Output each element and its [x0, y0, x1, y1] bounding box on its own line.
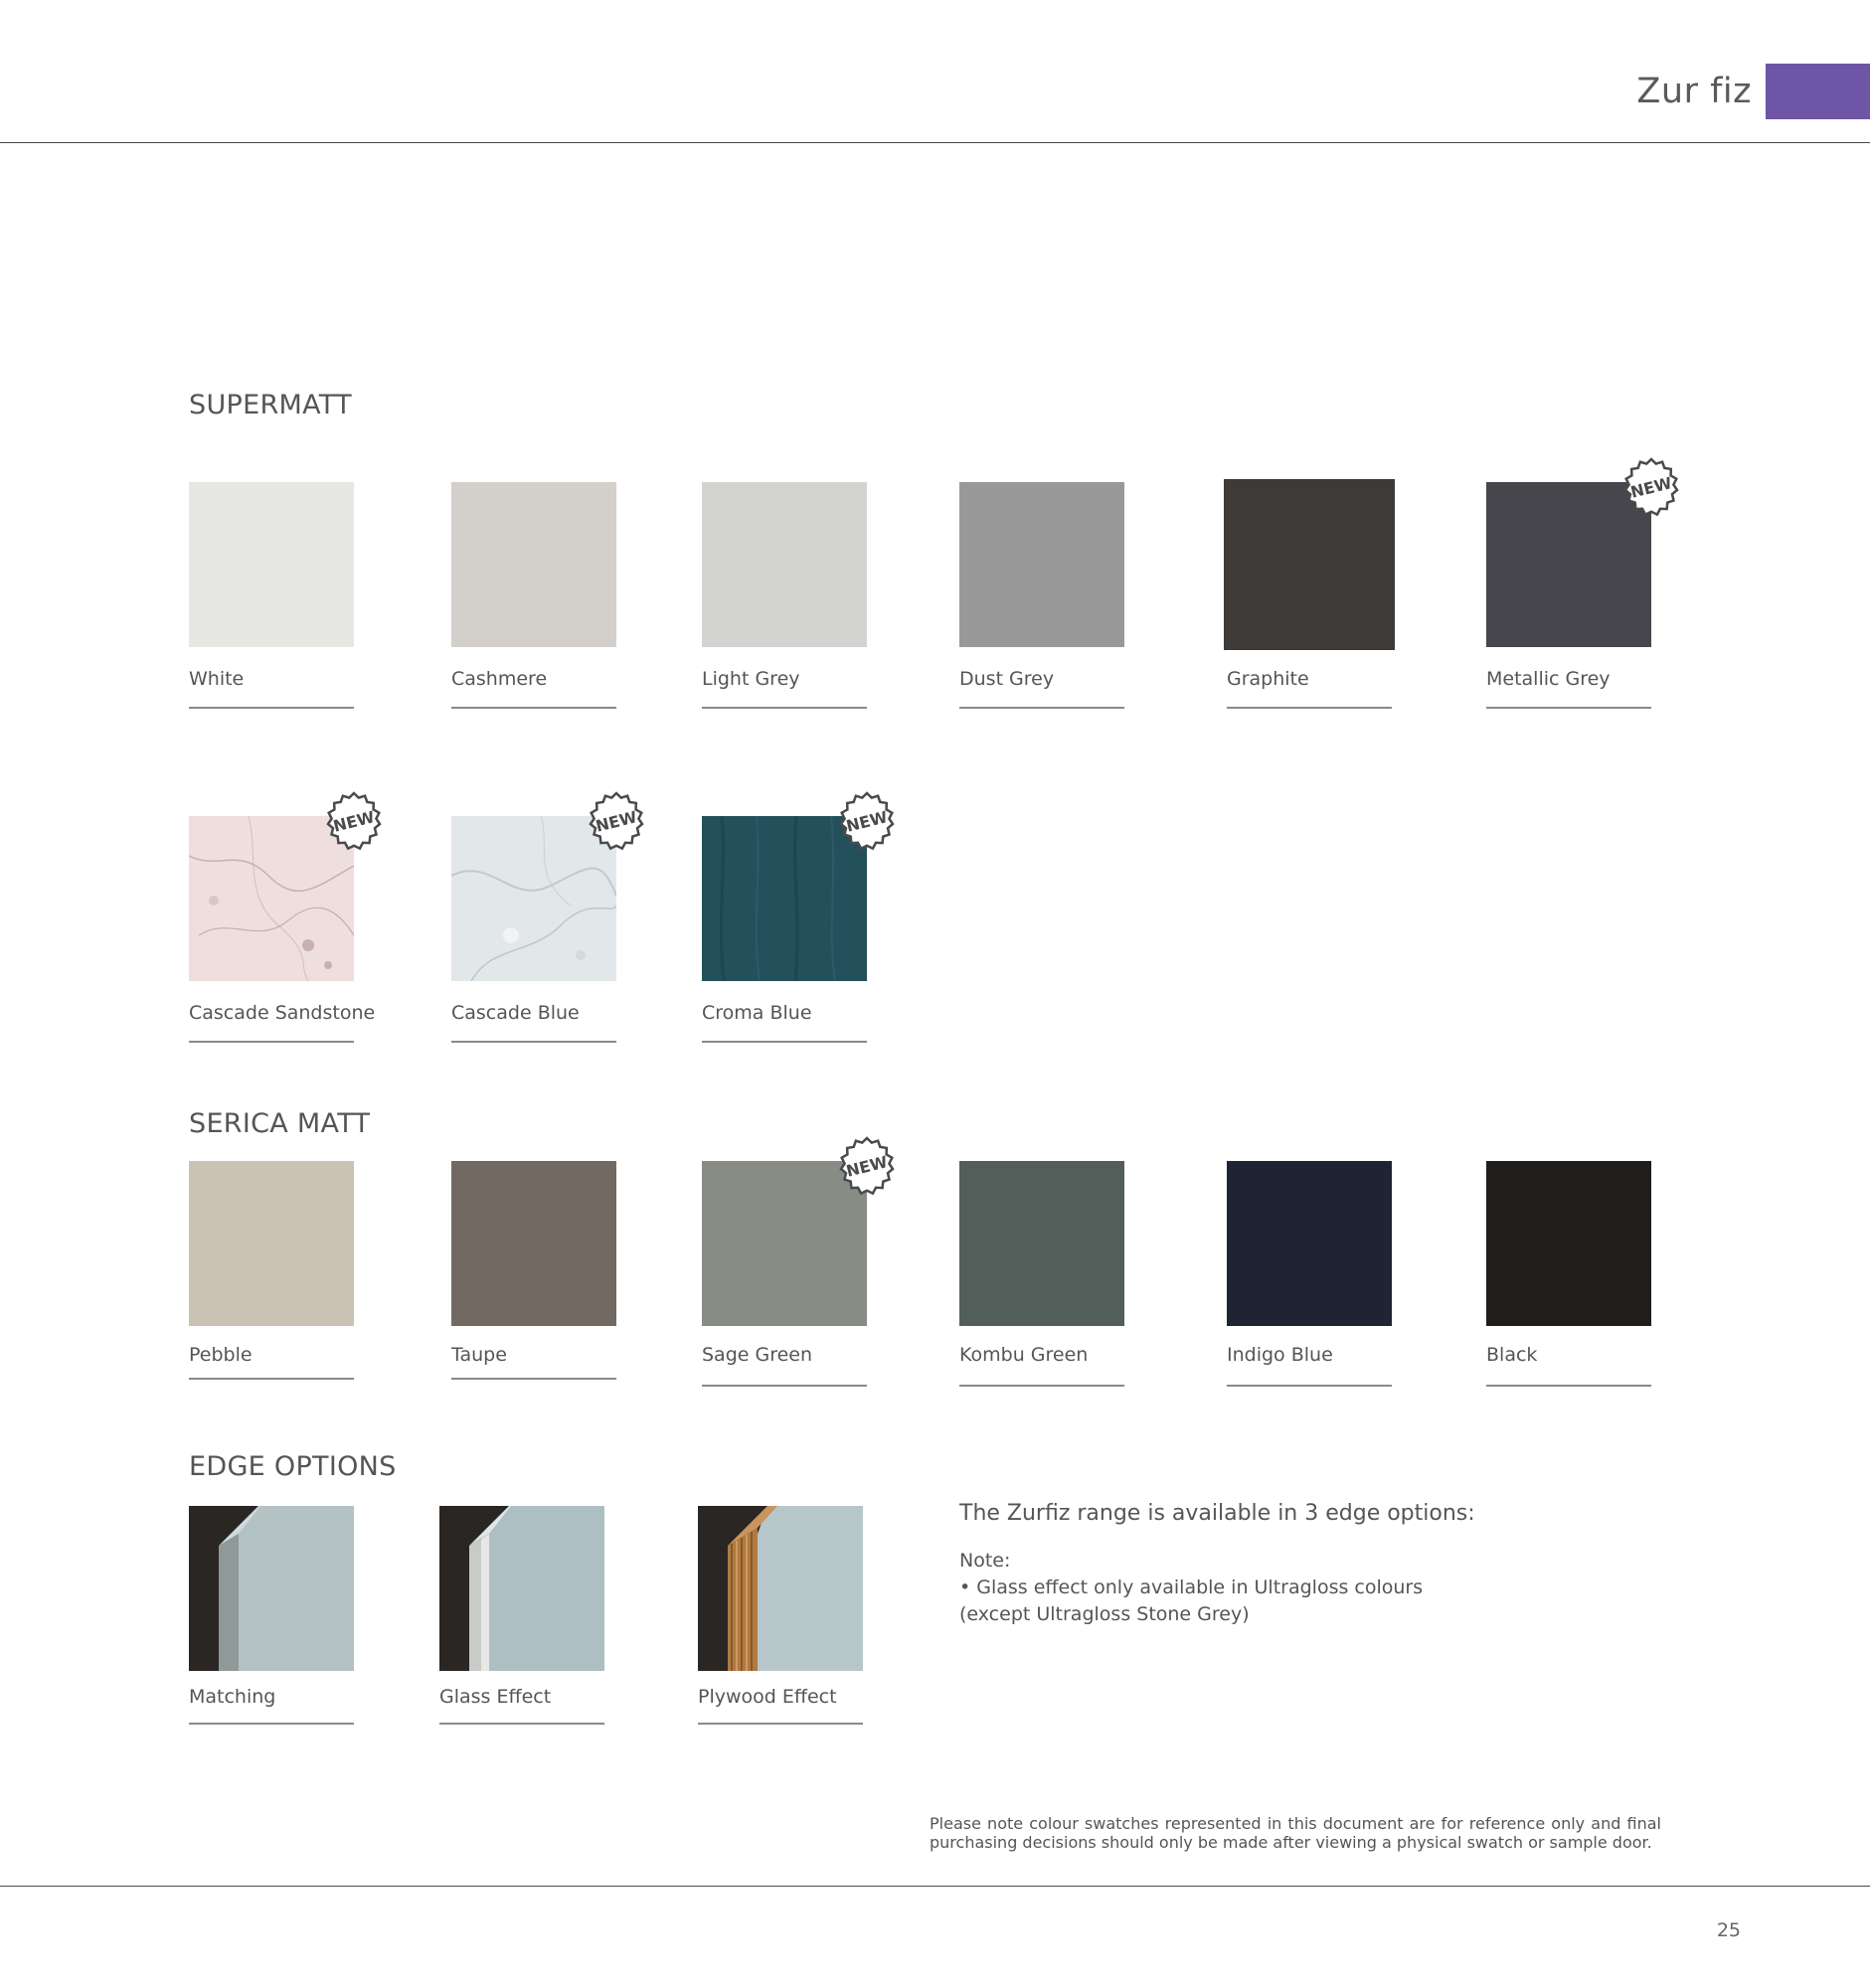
edge-info-note-line1: • Glass effect only available in Ultragl… [959, 1576, 1424, 1598]
edge-glass-effect-image [439, 1506, 604, 1671]
new-badge-icon: NEW [326, 791, 382, 851]
section-title-serica-matt: SERICA MATT [189, 1108, 371, 1139]
new-badge-icon: NEW [839, 791, 895, 851]
swatch-dust-grey [959, 482, 1124, 647]
swatch-underline [1227, 707, 1392, 709]
swatch-label: Plywood Effect [698, 1686, 837, 1708]
edge-render [189, 1506, 354, 1671]
swatch-underline [1486, 1385, 1651, 1387]
swatch-indigo-blue [1227, 1161, 1392, 1326]
edge-plywood-effect-image [698, 1506, 863, 1671]
swatch-label: Light Grey [702, 668, 800, 690]
swatch-label: Matching [189, 1686, 276, 1708]
swatch-underline [189, 1041, 354, 1043]
brand-accent-bar [1766, 64, 1870, 119]
swatch-label: Graphite [1227, 668, 1309, 690]
swatch-label: Taupe [451, 1344, 507, 1366]
edge-render [439, 1506, 604, 1671]
swatch-taupe [451, 1161, 616, 1326]
swatch-graphite [1224, 479, 1395, 650]
swatch-label: Cashmere [451, 668, 548, 690]
swatch-label: Kombu Green [959, 1344, 1089, 1366]
swatch-underline [189, 1723, 354, 1725]
page-number: 25 [1716, 1919, 1741, 1941]
swatch-underline [1486, 707, 1651, 709]
disclaimer: Please note colour swatches represented … [930, 1814, 1661, 1852]
swatch-black [1486, 1161, 1651, 1326]
swatch-underline [702, 1041, 867, 1043]
swatch-label: Croma Blue [702, 1002, 812, 1024]
swatch-underline [439, 1723, 604, 1725]
footer-rule [0, 1886, 1870, 1887]
edge-info-note-title: Note: [959, 1550, 1011, 1572]
new-badge-icon: NEW [589, 791, 644, 851]
swatch-pebble [189, 1161, 354, 1326]
swatch-underline [451, 1041, 616, 1043]
edge-info-note-line2: (except Ultragloss Stone Grey) [959, 1603, 1250, 1625]
swatch-underline [959, 707, 1124, 709]
swatch-label: Black [1486, 1344, 1538, 1366]
swatch-label: Cascade Blue [451, 1002, 580, 1024]
swatch-kombu-green [959, 1161, 1124, 1326]
swatch-underline [702, 707, 867, 709]
swatch-label: Dust Grey [959, 668, 1055, 690]
swatch-underline [698, 1723, 863, 1725]
edge-matching-image [189, 1506, 354, 1671]
swatch-label: White [189, 668, 245, 690]
header-rule [0, 142, 1870, 143]
swatch-underline [959, 1385, 1124, 1387]
swatch-label: Glass Effect [439, 1686, 552, 1708]
swatch-underline [702, 1385, 867, 1387]
swatch-label: Sage Green [702, 1344, 813, 1366]
swatch-label: Indigo Blue [1227, 1344, 1333, 1366]
swatch-underline [1227, 1385, 1392, 1387]
new-badge-icon: NEW [1623, 457, 1679, 517]
swatch-light-grey [702, 482, 867, 647]
swatch-cashmere [451, 482, 616, 647]
section-title-edge-options: EDGE OPTIONS [189, 1451, 397, 1482]
swatch-underline [189, 707, 354, 709]
section-title-supermatt: SUPERMATT [189, 390, 352, 420]
swatch-underline [451, 1378, 616, 1380]
swatch-label: Cascade Sandstone [189, 1002, 376, 1024]
new-badge-icon: NEW [839, 1136, 895, 1196]
edge-info-lead: The Zurfiz range is available in 3 edge … [959, 1501, 1475, 1526]
swatch-label: Metallic Grey [1486, 668, 1611, 690]
edge-render [698, 1506, 863, 1671]
swatch-underline [451, 707, 616, 709]
swatch-label: Pebble [189, 1344, 253, 1366]
edge-info: The Zurfiz range is available in 3 edge … [959, 1501, 1516, 1628]
brand-title: Zur fiz [1636, 72, 1752, 111]
swatch-underline [189, 1378, 354, 1380]
swatch-white [189, 482, 354, 647]
